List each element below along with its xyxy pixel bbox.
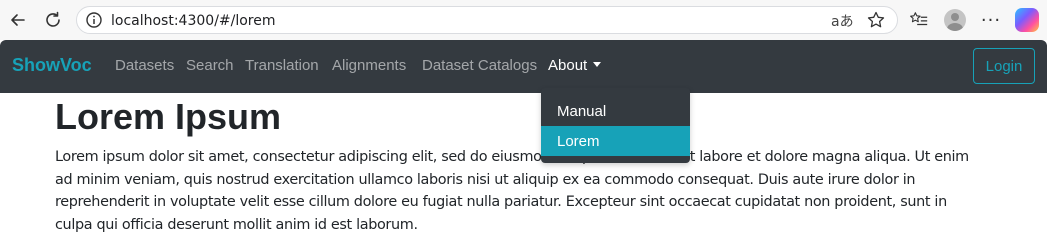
favorite-star-icon[interactable] (866, 10, 886, 30)
address-bar[interactable]: localhost:4300/#/lorem aあ (76, 6, 898, 34)
site-info-icon[interactable] (85, 11, 103, 29)
url-text[interactable]: localhost:4300/#/lorem (111, 13, 276, 29)
favorites-list-icon[interactable] (907, 8, 931, 32)
translate-icon[interactable]: aあ (831, 11, 854, 31)
nav-link-about[interactable]: About (548, 57, 602, 74)
nav-link-translation[interactable]: Translation (245, 57, 319, 74)
nav-link-search[interactable]: Search (186, 57, 234, 74)
lorem-paragraph: Lorem ipsum dolor sit amet, consectetur … (55, 149, 969, 233)
login-button[interactable]: Login (973, 48, 1035, 84)
app-navbar: ShowVoc Datasets Search Translation Alig… (0, 40, 1047, 93)
chevron-down-icon (593, 62, 602, 68)
nav-link-dataset-catalogs[interactable]: Dataset Catalogs (422, 57, 537, 74)
about-dropdown-menu: Manual Lorem (541, 88, 690, 163)
about-label: About (548, 57, 588, 74)
profile-avatar-icon[interactable] (943, 8, 967, 32)
more-options-icon[interactable]: ··· (979, 8, 1003, 32)
brand-logo[interactable]: ShowVoc (12, 55, 92, 76)
back-arrow-icon[interactable] (6, 8, 30, 32)
copilot-icon[interactable] (1015, 8, 1039, 32)
dropdown-item-manual[interactable]: Manual (541, 96, 690, 126)
nav-link-alignments[interactable]: Alignments (332, 57, 406, 74)
nav-link-datasets[interactable]: Datasets (115, 57, 174, 74)
page-title: Lorem Ipsum (55, 96, 282, 137)
dropdown-item-lorem[interactable]: Lorem (541, 126, 690, 156)
browser-toolbar: localhost:4300/#/lorem aあ ··· (0, 0, 1047, 40)
refresh-icon[interactable] (41, 8, 65, 32)
